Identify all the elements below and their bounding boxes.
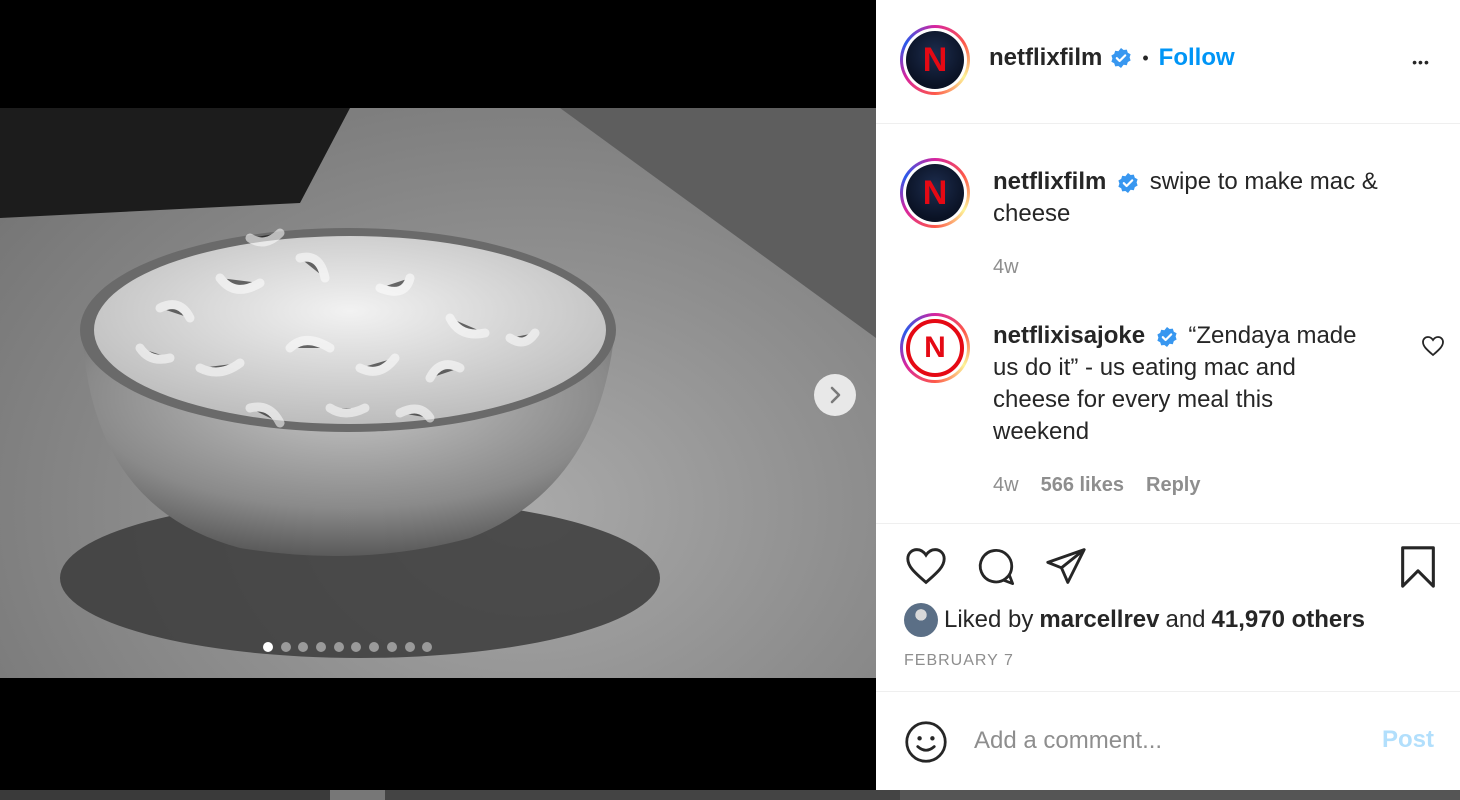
caption: netflixfilm swipe to make mac & cheese 4… [993, 166, 1423, 279]
netflix-logo-icon: N [906, 319, 964, 377]
netflix-logo-icon: N [906, 31, 964, 89]
carousel-dot [351, 642, 362, 652]
post-media [0, 0, 876, 790]
comment-text-line3: cheese for every meal this [993, 386, 1274, 413]
emoji-icon [905, 721, 947, 763]
liked-by-prefix: Liked by [944, 606, 1034, 633]
heart-icon [1422, 336, 1444, 357]
carousel-dot [404, 642, 415, 652]
reply-button[interactable]: Reply [1146, 474, 1200, 497]
add-comment-input[interactable] [974, 720, 1354, 762]
comment-item: netflixisajoke “Zendaya made us do it” -… [993, 320, 1413, 497]
carousel-dot [280, 642, 291, 652]
heart-icon [906, 548, 946, 585]
carousel-dot [386, 642, 397, 652]
caption-text-line2: cheese [993, 200, 1071, 227]
background-strip [0, 790, 1460, 800]
comment-likes[interactable]: 566 likes [1041, 474, 1124, 497]
liked-by-and: and [1165, 606, 1206, 633]
liked-by-user[interactable]: marcellrev [1039, 606, 1159, 634]
comment-like-button[interactable] [1421, 335, 1445, 360]
carousel-dot [369, 642, 380, 652]
more-icon: ••• [1412, 54, 1430, 70]
follow-button[interactable]: Follow [1159, 44, 1235, 72]
liker-avatar[interactable] [904, 603, 938, 637]
author-avatar[interactable]: N [900, 25, 970, 95]
more-options-button[interactable]: ••• [1404, 48, 1438, 72]
share-button[interactable] [1044, 546, 1088, 589]
comment-text-line2: us do it” - us eating mac and [993, 354, 1296, 381]
caption-username[interactable]: netflixfilm [993, 168, 1106, 195]
liked-by-others[interactable]: 41,970 others [1212, 606, 1365, 634]
chevron-right-icon [830, 386, 841, 404]
carousel-indicator [263, 642, 433, 652]
author-username[interactable]: netflixfilm [989, 44, 1102, 72]
carousel-dot [333, 642, 344, 652]
netflix-logo-icon: N [906, 164, 964, 222]
like-button[interactable] [904, 546, 948, 589]
caption-author-avatar[interactable]: N [900, 158, 970, 228]
comment-text-line1: “Zendaya made [1188, 322, 1357, 349]
post-header: N netflixfilm • Follow ••• [876, 0, 1460, 124]
comment-time[interactable]: 4w [993, 474, 1019, 497]
comments-section: N netflixfilm swipe to make mac & cheese… [876, 124, 1460, 524]
verified-icon [1157, 326, 1177, 347]
carousel-dot-active [263, 642, 273, 652]
comment-button[interactable] [974, 546, 1018, 591]
mac-and-cheese-image [0, 108, 876, 658]
carousel-dot [422, 642, 433, 652]
post-comment-button[interactable]: Post [1382, 726, 1434, 754]
save-button[interactable] [1398, 544, 1438, 593]
caption-time[interactable]: 4w [993, 256, 1019, 279]
comment-composer: Post [876, 692, 1460, 790]
carousel-dot [316, 642, 327, 652]
share-icon [1046, 548, 1086, 584]
liked-by: Liked by marcellrev and 41,970 others [904, 603, 1365, 637]
verified-icon [1118, 172, 1138, 193]
commenter-avatar[interactable]: N [900, 313, 970, 383]
bookmark-icon [1401, 546, 1435, 588]
separator-dot: • [1142, 47, 1149, 68]
commenter-username[interactable]: netflixisajoke [993, 322, 1145, 349]
comment-text-line4: weekend [993, 418, 1090, 445]
next-slide-button[interactable] [814, 374, 856, 416]
post-photo [0, 108, 876, 678]
post-date[interactable]: FEBRUARY 7 [904, 652, 1014, 670]
verified-icon [1111, 48, 1131, 68]
post-side-panel: N netflixfilm • Follow ••• N netflixfilm [876, 0, 1460, 790]
carousel-dot [298, 642, 309, 652]
comment-icon [978, 549, 1015, 586]
emoji-button[interactable] [904, 720, 948, 767]
caption-text-line1: swipe to make mac & [1149, 168, 1378, 195]
